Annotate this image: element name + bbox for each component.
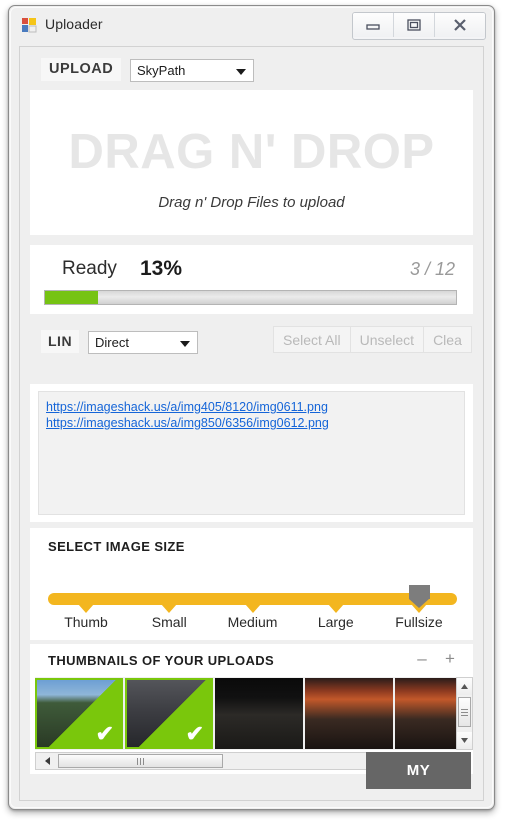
screenshot-root: Uploader UPLOAD SkyPath DRAG N' DROP Dra…	[0, 0, 506, 825]
main-content-panel: UPLOAD SkyPath DRAG N' DROP Drag n' Drop…	[19, 46, 484, 801]
links-list[interactable]: https://imageshack.us/a/img405/8120/img0…	[38, 391, 465, 515]
slider-handle-point	[409, 599, 429, 608]
unselect-button-label: Unselect	[359, 331, 415, 348]
slider-label-small[interactable]: Small	[152, 614, 187, 630]
slider-label-medium[interactable]: Medium	[228, 614, 278, 630]
clear-button[interactable]: Clea	[423, 326, 472, 353]
thumbnail-image	[305, 678, 393, 749]
footer-bar: MY	[20, 740, 483, 800]
thumbnail-4[interactable]	[305, 678, 393, 749]
thumbnail-3[interactable]	[215, 678, 303, 749]
link-mode-select[interactable]: Direct	[88, 331, 198, 354]
select-all-button[interactable]: Select All	[273, 326, 350, 353]
clear-button-label: Clea	[433, 331, 462, 348]
scroll-up-button[interactable]	[457, 678, 472, 695]
link-label: LIN	[41, 330, 80, 353]
thumbnail-image	[215, 678, 303, 749]
drag-drop-zone[interactable]: DRAG N' DROP Drag n' Drop Files to uploa…	[30, 90, 473, 235]
link-mode-value: Direct	[95, 335, 129, 350]
title-bar: Uploader	[9, 6, 494, 44]
unselect-button[interactable]: Unselect	[349, 326, 424, 353]
link-options-row: LIN Direct Select All Unselect Clea	[20, 319, 483, 361]
slider-tick-medium	[244, 604, 261, 613]
image-size-panel: SELECT IMAGE SIZE Thumb Small Medium Large F…	[30, 528, 473, 640]
select-all-button-label: Select All	[283, 331, 341, 348]
slider-handle[interactable]	[409, 585, 430, 608]
vertical-scroll-thumb[interactable]	[458, 697, 471, 727]
host-select[interactable]: SkyPath	[130, 59, 254, 82]
dropzone-headline: DRAG N' DROP	[68, 125, 435, 179]
chevron-down-icon	[180, 341, 190, 347]
uploaded-link[interactable]: https://imageshack.us/a/img850/6356/img0…	[46, 415, 464, 431]
thumbnail-1[interactable]: ✔	[35, 678, 123, 749]
progress-count: 3 / 12	[409, 259, 455, 279]
zoom-out-button[interactable]: –	[413, 650, 431, 668]
window-controls	[352, 12, 486, 40]
close-button[interactable]	[435, 13, 485, 37]
links-panel: https://imageshack.us/a/img405/8120/img0…	[30, 384, 473, 522]
application-window: Uploader UPLOAD SkyPath DRAG N' DROP Dra…	[8, 5, 495, 810]
thumbnails-title: THUMBNAILS OF YOUR UPLOADS	[48, 653, 275, 668]
slider-label-large[interactable]: Large	[318, 614, 354, 630]
restore-button[interactable]	[394, 13, 435, 37]
image-size-title: SELECT IMAGE SIZE	[48, 539, 185, 554]
dropzone-subtext: Drag n' Drop Files to upload	[158, 194, 345, 211]
thumbnail-2[interactable]: ✔	[125, 678, 213, 749]
app-window-icon	[21, 17, 37, 33]
slider-label-thumb[interactable]: Thumb	[64, 614, 108, 630]
slider-handle-body	[409, 585, 430, 599]
slider-tick-thumb	[78, 604, 94, 613]
progress-percent: 13%	[140, 257, 183, 280]
host-select-value: SkyPath	[137, 63, 186, 78]
window-title: Uploader	[45, 16, 103, 32]
chevron-down-icon	[236, 69, 246, 75]
progress-panel: Ready 13% 3 / 12	[30, 245, 473, 314]
slider-label-fullsize[interactable]: Fullsize	[395, 614, 442, 630]
progress-bar	[44, 290, 457, 305]
progress-bar-fill	[45, 291, 99, 304]
slider-tick-small	[161, 604, 178, 613]
minimize-button[interactable]	[353, 13, 394, 37]
slider-tick-large	[327, 604, 344, 613]
upload-row: UPLOAD SkyPath	[20, 47, 483, 89]
link-action-buttons: Select All Unselect Clea	[273, 326, 473, 353]
upload-label: UPLOAD	[41, 58, 122, 81]
progress-status: Ready	[62, 258, 117, 279]
uploaded-link[interactable]: https://imageshack.us/a/img405/8120/img0…	[46, 399, 464, 415]
image-size-slider[interactable]: Thumb Small Medium Large Fullsize	[48, 571, 457, 631]
my-button[interactable]: MY	[366, 752, 471, 789]
zoom-in-button[interactable]: +	[441, 650, 459, 668]
